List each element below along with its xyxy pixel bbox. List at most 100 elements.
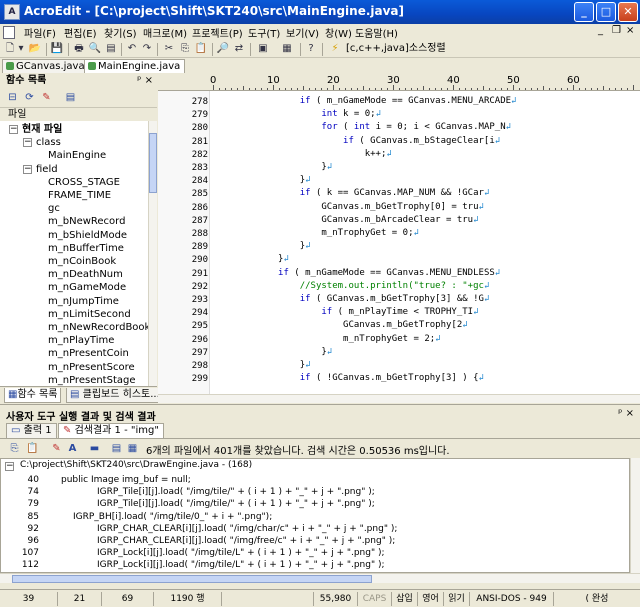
close-panel-icon[interactable]: × xyxy=(626,408,634,419)
editor-hscrollbar[interactable] xyxy=(158,394,640,403)
tree-node[interactable]: m_nLimitSecond xyxy=(48,308,131,321)
code-line[interactable]: }↲ xyxy=(213,161,332,174)
tree-node[interactable]: MainEngine xyxy=(48,149,106,162)
clear-results-icon[interactable]: ▬ xyxy=(88,442,101,455)
code-line[interactable]: }↲ xyxy=(213,359,311,372)
code-line[interactable]: if ( GCanvas.m_bStageClear[i↲ xyxy=(213,135,500,148)
tree-node[interactable]: m_nBufferTime xyxy=(48,242,124,255)
tree-node[interactable]: m_nDeathNum xyxy=(48,268,123,281)
collapse-all-icon[interactable]: ⊟ xyxy=(6,91,19,104)
cut-icon[interactable]: ✂ xyxy=(162,42,176,56)
code-line[interactable]: m_nTrophyGet = 0;↲ xyxy=(213,227,419,240)
copy-icon[interactable]: ⎘ xyxy=(178,42,192,56)
menu-window[interactable]: 창(W) xyxy=(325,25,352,40)
tree-node[interactable]: m_nPresentCoin xyxy=(48,347,129,360)
menu-view[interactable]: 보기(V) xyxy=(286,25,319,40)
tab-gcanvas[interactable]: GCanvas.java xyxy=(2,59,90,73)
result-row[interactable]: 112 IGRP_Lock[i][j].load( "/img/tile/L" +… xyxy=(1,560,629,572)
tree-node[interactable]: 현재 파일 xyxy=(22,123,62,136)
code-line[interactable]: m_nTrophyGet = 2;↲ xyxy=(213,333,441,346)
code-line[interactable]: }↲ xyxy=(213,346,332,359)
code-editor[interactable]: 0 10 20 30 40 50 60 278 279 280 281 282 283 284 285 28… xyxy=(158,73,640,403)
result-group-header[interactable]: − C:\project\Shift\SKT240\src\DrawEngine.… xyxy=(5,460,252,471)
mdi-minimize-icon[interactable]: _ xyxy=(598,25,603,36)
edit-results-icon[interactable]: ✎ xyxy=(50,442,63,455)
menu-edit[interactable]: 편집(E) xyxy=(64,25,97,40)
result-row[interactable]: 40 public Image img_buf = null; xyxy=(1,475,629,487)
collapse-icon[interactable]: − xyxy=(5,462,14,471)
code-line[interactable]: GCanvas.m_bGetTrophy[2↲ xyxy=(213,319,468,332)
minimize-button[interactable]: _ xyxy=(574,2,594,22)
menu-tools[interactable]: 도구(T) xyxy=(248,25,280,40)
tree-node[interactable]: m_bNewRecord xyxy=(48,215,125,228)
print-preview-icon[interactable]: 🔍 xyxy=(88,42,102,56)
tree-node[interactable]: CROSS_STAGE xyxy=(48,176,120,189)
scrollbar-thumb[interactable] xyxy=(12,575,372,583)
scrollbar-thumb[interactable] xyxy=(149,133,157,193)
tree-node[interactable]: m_nNewRecordBook xyxy=(48,321,148,334)
menu-file[interactable]: 파일(F) xyxy=(24,25,56,40)
tree-node[interactable]: class xyxy=(36,136,61,149)
function-tree[interactable]: − 현재 파일 − class MainEngine − field CROSS_STAGE F… xyxy=(0,121,148,387)
tree-node[interactable]: m_bShieldMode xyxy=(48,229,127,242)
tree-node[interactable]: gc xyxy=(48,202,60,215)
detail-view-icon[interactable]: ▦ xyxy=(126,442,139,455)
paste-results-icon[interactable]: 📋 xyxy=(26,442,39,455)
code-line[interactable]: if ( k == GCanvas.MAP_NUM && !GCar↲ xyxy=(213,187,490,200)
expand-toggle-icon[interactable]: − xyxy=(23,138,32,148)
user-tool-combo[interactable]: [c,c++,java]소스정렬 xyxy=(344,42,446,57)
tree-node[interactable]: m_nPresentScore xyxy=(48,361,135,374)
edit-icon[interactable]: ✎ xyxy=(40,91,53,104)
result-row[interactable]: 74 IGRP_Tile[i][j].load( "/img/tile/" + (… xyxy=(1,487,629,499)
app-icon[interactable]: A xyxy=(4,4,20,20)
pin-icon[interactable]: ᵖ xyxy=(618,408,622,419)
refresh-icon[interactable]: ⟳ xyxy=(23,91,36,104)
tree-node[interactable]: m_nPlayTime xyxy=(48,334,114,347)
list-view-icon[interactable]: ▤ xyxy=(110,442,123,455)
result-row[interactable]: 96 IGRP_CHAR_CLEAR[i][j].load( "/img/free… xyxy=(1,536,629,548)
result-row[interactable]: 92 IGRP_CHAR_CLEAR[i][j].load( "/img/char… xyxy=(1,524,629,536)
redo-icon[interactable]: ↷ xyxy=(140,42,154,56)
code-line[interactable]: if ( !GCanvas.m_bGetTrophy[3] ) {↲ xyxy=(213,372,484,385)
undo-icon[interactable]: ↶ xyxy=(125,42,139,56)
code-line[interactable]: //System.out.println("true? : "+gc↲ xyxy=(213,280,490,293)
results-vscrollbar[interactable] xyxy=(630,458,640,573)
search-results-list[interactable]: − C:\project\Shift\SKT240\src\DrawEngine.… xyxy=(0,458,630,573)
close-panel-icon[interactable]: × xyxy=(145,75,153,86)
tab-output[interactable]: ▭ 출력 1 xyxy=(6,423,57,438)
menu-project[interactable]: 프로젝트(P) xyxy=(192,25,243,40)
lightning-icon[interactable]: ⚡ xyxy=(328,42,342,56)
tab-search-results[interactable]: ✎ 검색결과 1 - "img" xyxy=(58,423,164,438)
close-button[interactable]: ✕ xyxy=(618,2,638,22)
code-line[interactable]: }↲ xyxy=(213,253,289,266)
code-line[interactable]: if ( GCanvas.m_bGetTrophy[3] && !G↲ xyxy=(213,293,490,306)
tree-scrollbar[interactable] xyxy=(148,121,157,387)
open-file-icon[interactable]: 📂 xyxy=(28,42,42,56)
save-icon[interactable]: 💾 xyxy=(50,42,64,56)
tree-node[interactable]: m_nJumpTime xyxy=(48,295,119,308)
result-row[interactable]: 107 IGRP_Lock[i][j].load( "/img/tile/L" +… xyxy=(1,548,629,560)
new-file-icon[interactable]: 🗋 xyxy=(3,42,17,56)
code-area[interactable]: if ( m_nGameMode == GCanvas.MENU_ARCADE↲… xyxy=(213,91,640,394)
print-icon[interactable]: 🖶 xyxy=(72,42,86,56)
find-icon[interactable]: 🔎 xyxy=(216,42,230,56)
copy-results-icon[interactable]: ⎘ xyxy=(8,442,21,455)
tree-node[interactable]: m_nCoinBook xyxy=(48,255,116,268)
tree-node[interactable]: field xyxy=(36,163,58,176)
page-setup-icon[interactable]: ▤ xyxy=(104,42,118,56)
window-list-icon[interactable]: ▦ xyxy=(280,42,294,56)
paste-icon[interactable]: 📋 xyxy=(194,42,208,56)
tree-node[interactable]: m_nGameMode xyxy=(48,281,126,294)
maximize-button[interactable]: □ xyxy=(596,2,616,22)
new-dropdown-icon[interactable]: ▾ xyxy=(17,42,25,56)
code-line[interactable]: int k = 0;↲ xyxy=(213,108,381,121)
results-hscrollbar[interactable] xyxy=(0,573,640,583)
code-line[interactable]: }↲ xyxy=(213,240,311,253)
pin-icon[interactable]: ᵖ xyxy=(137,75,141,86)
menu-macro[interactable]: 매크로(M) xyxy=(143,25,187,40)
title-bar[interactable]: A AcroEdit - [C:\project\Shift\SKT240\sr… xyxy=(0,0,640,24)
result-row[interactable]: 79 IGRP_Tile[i][j].load( "/img/tile/" + (… xyxy=(1,499,629,511)
mdi-close-icon[interactable]: × xyxy=(626,25,634,36)
document-menu-icon[interactable] xyxy=(3,26,15,39)
expand-toggle-icon[interactable]: − xyxy=(23,164,32,174)
